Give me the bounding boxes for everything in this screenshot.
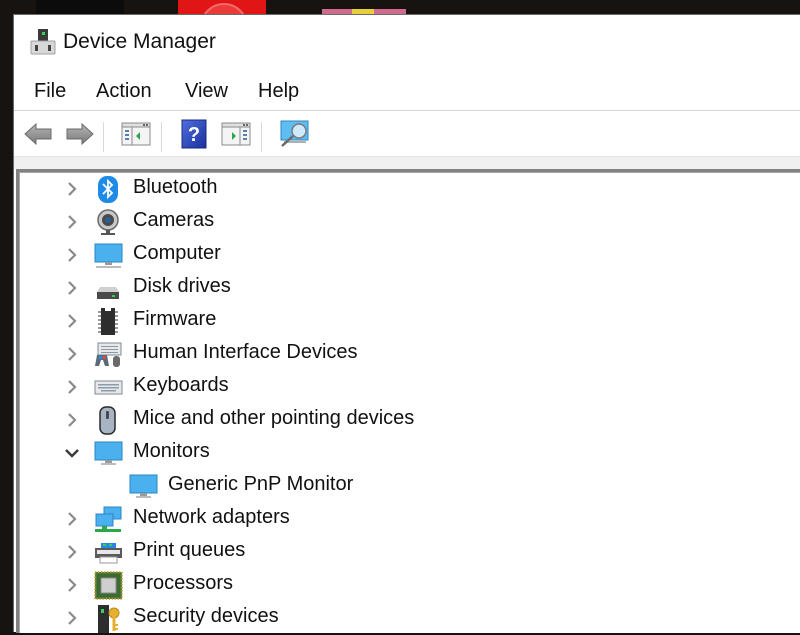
tree-item-keyboards[interactable]: Keyboards <box>19 371 800 404</box>
toolbar-divider-strip <box>14 156 800 169</box>
tree-item-label: Network adapters <box>133 506 290 528</box>
menu-help[interactable]: Help <box>256 80 301 103</box>
hid-icon <box>95 342 122 367</box>
tree-item-print-queues[interactable]: Print queues <box>19 536 800 569</box>
tree-item-mice-and-other-pointing-devices[interactable]: Mice and other pointing devices <box>19 404 800 437</box>
tree-item-monitors[interactable]: Monitors <box>19 437 800 470</box>
tree-item-label: Print queues <box>133 539 246 561</box>
tree-item-label: Security devices <box>133 605 279 627</box>
chevron-right-icon[interactable] <box>63 609 81 627</box>
tree-item-label: Monitors <box>133 440 210 462</box>
tree-item-label: Human Interface Devices <box>133 341 358 363</box>
tree-item-cameras[interactable]: Cameras <box>19 206 800 239</box>
tree-item-label: Mice and other pointing devices <box>133 407 415 429</box>
background-window-red <box>178 0 266 14</box>
device-tree: Bluetooth Cameras Computer Disk drives F… <box>16 169 800 633</box>
menu-action[interactable]: Action <box>94 80 154 103</box>
tree-item-network-adapters[interactable]: Network adapters <box>19 503 800 536</box>
scan-monitor-icon <box>280 120 309 147</box>
mouse-icon <box>99 406 116 435</box>
menu-view[interactable]: View <box>183 80 230 103</box>
computer-icon <box>94 243 123 268</box>
console-tree-icon <box>121 122 151 146</box>
show-hide-console-tree-button[interactable] <box>120 118 152 150</box>
arrow-left-icon <box>24 122 52 146</box>
security-device-icon <box>98 605 120 633</box>
tree-item-security-devices[interactable]: Security devices <box>19 602 800 635</box>
tree-item-label: Processors <box>133 572 234 594</box>
scan-hardware-changes-button[interactable] <box>278 118 310 150</box>
chevron-right-icon[interactable] <box>63 312 81 330</box>
arrow-right-icon <box>66 122 94 146</box>
disk-drive-icon <box>97 287 119 299</box>
bluetooth-icon <box>98 176 118 203</box>
show-hide-action-pane-button[interactable] <box>220 118 252 150</box>
tree-item-label: Disk drives <box>133 275 231 297</box>
tree-item-computer[interactable]: Computer <box>19 239 800 272</box>
tree-item-disk-drives[interactable]: Disk drives <box>19 272 800 305</box>
device-manager-window: Device Manager File Action View Help ? B… <box>13 14 800 633</box>
firmware-chip-icon <box>98 308 118 335</box>
help-icon: ? <box>181 119 207 149</box>
tree-item-label: Cameras <box>133 209 215 231</box>
chevron-right-icon[interactable] <box>63 411 81 429</box>
chevron-right-icon[interactable] <box>63 576 81 594</box>
tree-item-bluetooth[interactable]: Bluetooth <box>19 173 800 206</box>
device-manager-icon <box>30 29 56 55</box>
title-bar[interactable]: Device Manager <box>14 15 800 73</box>
tree-item-label: Generic PnP Monitor <box>168 473 354 495</box>
toolbar-separator <box>261 122 262 152</box>
toolbar-separator <box>161 122 162 152</box>
chevron-down-icon[interactable] <box>63 444 81 462</box>
tree-item-label: Keyboards <box>133 374 229 396</box>
window-title: Device Manager <box>63 30 216 53</box>
monitor-icon <box>94 441 123 465</box>
tree-item-label: Firmware <box>133 308 217 330</box>
forward-button[interactable] <box>64 118 96 150</box>
chevron-right-icon[interactable] <box>63 378 81 396</box>
back-button[interactable] <box>22 118 54 150</box>
tree-item-generic-pnp-monitor[interactable]: Generic PnP Monitor <box>19 470 800 503</box>
toolbar: ? <box>14 112 800 156</box>
tree-item-label: Bluetooth <box>133 176 218 198</box>
tree-item-human-interface-devices[interactable]: Human Interface Devices <box>19 338 800 371</box>
background-window-dark <box>36 0 124 14</box>
svg-text:?: ? <box>188 124 200 146</box>
toolbar-separator <box>103 122 104 152</box>
chevron-right-icon[interactable] <box>63 543 81 561</box>
chevron-right-icon[interactable] <box>63 510 81 528</box>
help-button[interactable]: ? <box>178 118 210 150</box>
tree-item-firmware[interactable]: Firmware <box>19 305 800 338</box>
chevron-right-icon[interactable] <box>63 345 81 363</box>
menu-file[interactable]: File <box>32 80 68 103</box>
keyboard-icon <box>94 380 123 395</box>
chevron-right-icon[interactable] <box>63 213 81 231</box>
action-pane-icon <box>221 122 251 146</box>
tree-item-processors[interactable]: Processors <box>19 569 800 602</box>
chevron-right-icon[interactable] <box>63 279 81 297</box>
printer-icon <box>95 543 122 564</box>
network-adapter-icon <box>95 506 122 532</box>
processor-icon <box>94 571 123 600</box>
monitor-icon <box>129 474 158 498</box>
tree-item-label: Computer <box>133 242 221 264</box>
menu-bar: File Action View Help <box>14 75 800 111</box>
chevron-right-icon[interactable] <box>63 246 81 264</box>
camera-icon <box>97 209 119 235</box>
chevron-right-icon[interactable] <box>63 180 81 198</box>
